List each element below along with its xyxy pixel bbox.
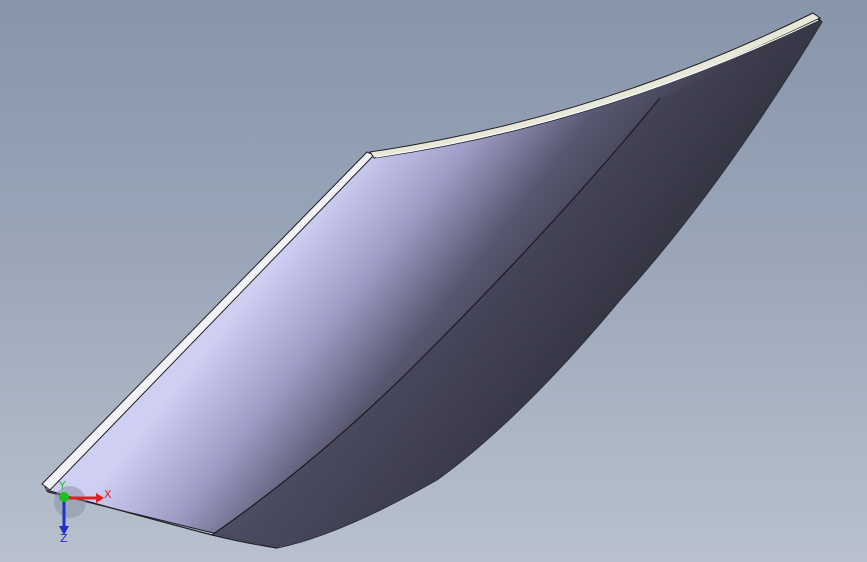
- model-view[interactable]: [0, 0, 867, 562]
- z-axis-label: Z: [60, 532, 68, 542]
- graphics-viewport[interactable]: X Y Z: [0, 0, 867, 562]
- y-axis-label: Y: [58, 480, 66, 492]
- axis-triad: X Y Z: [54, 480, 112, 542]
- y-axis-dot: [59, 492, 69, 502]
- x-axis-label: X: [104, 488, 112, 501]
- x-axis-arrowhead: [96, 493, 104, 503]
